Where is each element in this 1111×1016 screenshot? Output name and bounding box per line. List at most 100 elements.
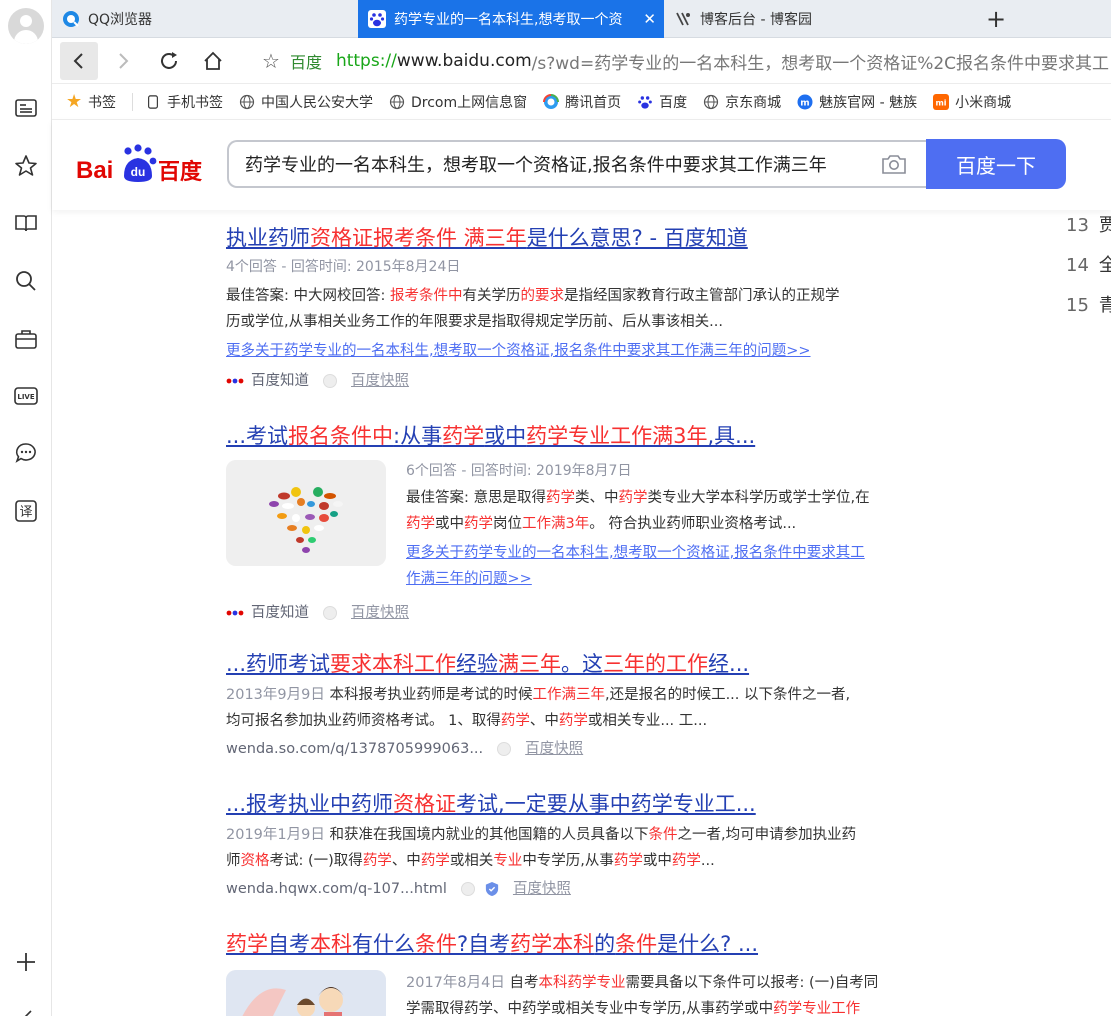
cartoon-image[interactable]: [226, 970, 386, 1016]
search-input[interactable]: 药学专业的一名本科生，想考取一个资格证,报名条件中要求其工作满三年: [227, 140, 927, 188]
highlighted-keyword: 药学: [613, 853, 643, 869]
highlighted-keyword: 三年的工作: [603, 652, 709, 676]
close-tab-icon[interactable]: ✕: [643, 10, 656, 28]
bookmark-meizu[interactable]: m 魅族官网 - 魅族: [797, 92, 917, 112]
highlighted-keyword: 药学: [464, 516, 493, 532]
live-icon[interactable]: LIVE: [10, 380, 42, 412]
highlighted-keyword: 药学: [406, 516, 435, 532]
zhidao-icon: [226, 378, 244, 384]
cnblogs-icon: [674, 10, 692, 28]
bookmark-drcom[interactable]: Drcom上网信息窗: [389, 92, 527, 112]
hot-item[interactable]: 15 青: [1066, 286, 1111, 326]
snapshot-link[interactable]: 百度快照: [525, 738, 583, 760]
phone-icon: [145, 94, 161, 110]
result-abstract: 最佳答案: 意思是取得药学类、中药学类专业大学本科学历或学士学位,在 药学或中药…: [406, 485, 926, 537]
text-segment: 自考: [268, 932, 310, 956]
text-segment: ,还是报名的时候工... 以下条件之一者,: [604, 687, 851, 703]
source-name[interactable]: 百度知道: [251, 370, 309, 392]
chevron-left-icon: [73, 53, 83, 69]
result-item: ...药师考试要求本科工作经验满三年。这三年的工作经... 2013年9月9日 …: [226, 650, 926, 760]
result-title[interactable]: ...报考执业中药师资格证考试,一定要从事中药学专业工...: [226, 790, 926, 818]
tab-baidu-search[interactable]: 药学专业的一名本科生,想考取一个资 ✕: [358, 0, 664, 38]
bookmark-label: 百度: [659, 94, 688, 111]
bookmark-mobile[interactable]: 手机书签: [145, 92, 223, 112]
hot-list: 13 贾 14 全 15 青: [1066, 206, 1111, 326]
briefcase-icon[interactable]: [10, 323, 42, 355]
text-segment: 类、中: [575, 490, 619, 506]
svg-text:mi: mi: [936, 98, 947, 107]
new-tab-button[interactable]: +: [982, 5, 1010, 33]
globe-icon: [239, 94, 255, 110]
baidu-logo[interactable]: Bai du 百度: [76, 142, 204, 186]
result-title[interactable]: 执业药师资格证报考条件 满三年是什么意思? - 百度知道: [226, 224, 926, 252]
text-segment: 是什么? ...: [657, 932, 759, 956]
search-button[interactable]: 百度一下: [926, 139, 1066, 189]
reload-button[interactable]: [150, 42, 188, 80]
result-title[interactable]: ...考试报名条件中:从事药学或中药学专业工作满3年,具...: [226, 422, 926, 450]
result-item: ...考试报名条件中:从事药学或中药学专业工作满3年,具... 6个回答 - 回…: [226, 422, 926, 621]
collapse-icon[interactable]: [10, 1000, 42, 1016]
news-icon[interactable]: [10, 92, 42, 124]
text-segment: ...: [700, 853, 715, 869]
abstract-line: 药学或中药学岗位工作满3年。 符合执业药师职业资格考试...: [406, 511, 926, 537]
bookmark-qq[interactable]: 腾讯首页: [543, 92, 621, 112]
reload-icon: [161, 52, 177, 69]
result-title[interactable]: 药学自考本科有什么条件?自考药学本科的条件是什么? ...: [226, 930, 926, 958]
heart-pills-image[interactable]: [226, 460, 386, 566]
hot-item[interactable]: 13 贾: [1066, 206, 1111, 246]
text-segment: 最佳答案: 意思是取得: [406, 490, 546, 506]
chat-icon[interactable]: [10, 437, 42, 469]
search-icon[interactable]: [10, 265, 42, 297]
hot-item[interactable]: 14 全: [1066, 246, 1111, 286]
text-segment: ...考试: [226, 424, 289, 448]
back-button[interactable]: [60, 42, 98, 80]
bookmark-jd[interactable]: 京东商城: [703, 92, 781, 112]
home-button[interactable]: [194, 42, 232, 80]
bookmark-separator: [132, 92, 133, 111]
text-segment: 需要具备以下条件可以报考: (一)自考同: [625, 975, 879, 991]
highlighted-keyword: 工作满三年: [532, 687, 605, 703]
tab-cnblogs[interactable]: 博客后台 - 博客园: [664, 0, 970, 38]
bookmark-bookmarks[interactable]: ★ 书签: [66, 91, 116, 112]
tab-label: 药学专业的一名本科生,想考取一个资: [394, 12, 623, 28]
user-avatar[interactable]: [8, 8, 44, 44]
text-segment: ...药师考试: [226, 652, 331, 676]
translate-icon[interactable]: 译: [10, 495, 42, 527]
star-icon[interactable]: [10, 150, 42, 182]
abstract-line: 2013年9月9日 本科报考执业药师是考试的时候工作满三年,还是报名的时候工..…: [226, 682, 926, 708]
snapshot-link[interactable]: 百度快照: [351, 602, 409, 624]
more-questions-link[interactable]: 更多关于药学专业的一名本科生,想考取一个资格证,报名条件中要求其工作满三年的问题…: [226, 338, 926, 364]
result-abstract: 2013年9月9日 本科报考执业药师是考试的时候工作满三年,还是报名的时候工..…: [226, 682, 926, 734]
text-segment: 均可报名参加执业药师资格考试。 1、取得: [226, 713, 501, 729]
snapshot-link[interactable]: 百度快照: [513, 878, 571, 900]
baidu-header: Bai du 百度 药学专业的一名本科生，想考取一个资格证,报名条件中要求其工作…: [52, 120, 1111, 210]
text-segment: 。 符合执业药师职业资格考试...: [589, 516, 797, 532]
result-title[interactable]: ...药师考试要求本科工作经验满三年。这三年的工作经...: [226, 650, 926, 678]
svg-text:LIVE: LIVE: [17, 393, 34, 401]
more-questions-link[interactable]: 更多关于药学专业的一名本科生,想考取一个资格证,报名条件中要求其工 作满三年的问…: [406, 540, 926, 592]
text-segment: 和获准在我国境内就业的其他国籍的人员具备以下: [324, 827, 649, 843]
result-url[interactable]: wenda.hqwx.com/q-107...html: [226, 878, 447, 900]
address-bar[interactable]: ☆ 百度 https:// www.baidu.com /s?wd=药学专业的一…: [262, 46, 1111, 76]
tab-qq-browser[interactable]: QQ浏览器: [52, 0, 358, 38]
highlighted-keyword: 报考条件中: [390, 288, 463, 304]
book-icon[interactable]: [10, 207, 42, 239]
bookmark-mi[interactable]: mi 小米商城: [933, 92, 1011, 112]
bookmark-ppsuc[interactable]: 中国人民公安大学: [239, 92, 373, 112]
snapshot-link[interactable]: 百度快照: [351, 370, 409, 392]
text-segment: 考试,一定要从事中药学专业工...: [456, 792, 756, 816]
text-segment: ,具...: [707, 424, 756, 448]
add-icon[interactable]: [10, 946, 42, 978]
source-name[interactable]: 百度知道: [251, 602, 309, 624]
camera-icon[interactable]: [881, 153, 907, 175]
text-segment: 、中: [529, 713, 559, 729]
zhidao-icon: [226, 610, 244, 616]
text-segment: 、中: [391, 853, 421, 869]
result-url[interactable]: wenda.so.com/q/1378705999063...: [226, 738, 483, 760]
abstract-line: 师资格考试: (一)取得药学、中药学或相关专业中专学历,从事药学或中药学...: [226, 848, 926, 874]
forward-button[interactable]: [104, 42, 142, 80]
highlighted-keyword: 的要求: [520, 288, 565, 304]
bookmark-baidu[interactable]: 百度: [637, 92, 687, 112]
bookmark-label: 书签: [88, 94, 116, 111]
bookmark-star-icon[interactable]: ☆: [262, 49, 280, 73]
